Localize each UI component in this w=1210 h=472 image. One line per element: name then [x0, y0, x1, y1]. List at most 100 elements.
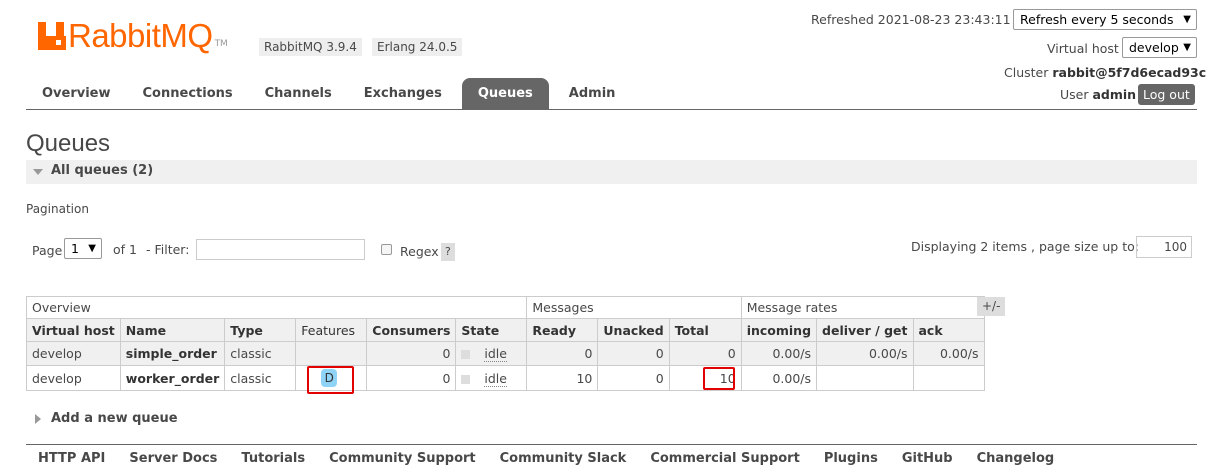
virtual-host-select[interactable]: develop ▼ [1122, 37, 1197, 58]
cell-ready: 0 [526, 341, 599, 366]
cell-state: idle [455, 341, 528, 366]
cluster-info: Cluster rabbit@5f7d6ecad93c [1004, 65, 1207, 80]
regex-checkbox[interactable] [381, 244, 392, 255]
cell-deliver-get [816, 365, 914, 391]
user-info: User admin [1060, 87, 1137, 102]
logout-button[interactable]: Log out [1138, 84, 1195, 105]
cell-vhost: develop [26, 341, 121, 366]
page-label: Page [32, 243, 63, 258]
trademark: TM [214, 39, 228, 49]
cell-state: idle [455, 365, 528, 391]
regex-label: Regex [400, 244, 439, 259]
column-toggle-button[interactable]: +/- [977, 297, 1006, 316]
footer-divider [26, 444, 1197, 445]
cell-vhost: develop [26, 365, 121, 391]
tab-exchanges[interactable]: Exchanges [348, 78, 458, 110]
add-queue-label: Add a new queue [51, 411, 178, 426]
tab-overview[interactable]: Overview [26, 78, 127, 110]
page-number-select[interactable]: 1 ▼ [64, 238, 102, 259]
column-header[interactable]: Unacked [597, 318, 670, 342]
main-nav-tabs: Overview Connections Channels Exchanges … [26, 78, 631, 110]
tab-connections[interactable]: Connections [127, 78, 249, 110]
footer-link-server-docs[interactable]: Server Docs [129, 451, 217, 466]
column-header[interactable]: Name [119, 318, 226, 342]
cell-features [295, 341, 368, 366]
queues-table: Overview Messages Message rates Virtual … [25, 296, 985, 391]
displaying-items-text: Displaying 2 items , page size up to: [911, 239, 1139, 254]
version-badge: RabbitMQ 3.9.4 [259, 38, 362, 56]
regex-help-button[interactable]: ? [441, 243, 455, 261]
footer-link-community-slack[interactable]: Community Slack [500, 451, 627, 466]
cell-ack: 0.00/s [912, 341, 985, 366]
cell-type: classic [224, 341, 297, 366]
rabbit-logo-icon [38, 22, 66, 50]
page-title: Queues [26, 130, 111, 157]
state-text: idle [484, 346, 507, 362]
cell-unacked: 0 [597, 341, 670, 366]
footer-links: HTTP API Server Docs Tutorials Community… [38, 451, 1078, 466]
refreshed-timestamp: Refreshed 2021-08-23 23:43:11 [811, 12, 1011, 27]
column-header[interactable]: Total [668, 318, 742, 342]
group-header-overview: Overview [25, 296, 528, 319]
state-indicator-icon [461, 374, 471, 384]
cell-total: 0 [668, 341, 742, 366]
column-header[interactable]: ack [912, 318, 985, 342]
footer-link-community-support[interactable]: Community Support [329, 451, 476, 466]
cell-consumers: 0 [366, 341, 457, 366]
queue-name-link[interactable]: worker_order [119, 365, 226, 391]
page-size-input[interactable]: 100 [1136, 236, 1192, 258]
expand-triangle-icon [35, 414, 41, 424]
filter-label: - Filter: [146, 242, 190, 257]
tab-queues[interactable]: Queues [461, 78, 549, 110]
table-row: develop worker_order classic D 0 idle 10… [26, 365, 985, 391]
cluster-name: rabbit@5f7d6ecad93c [1052, 65, 1207, 80]
column-header[interactable]: deliver / get [816, 318, 914, 342]
cell-type: classic [224, 365, 297, 391]
cell-incoming: 0.00/s [740, 341, 818, 366]
collapse-triangle-icon [33, 169, 43, 175]
footer-link-tutorials[interactable]: Tutorials [241, 451, 305, 466]
column-header[interactable]: Type [224, 318, 297, 342]
cell-ready: 10 [526, 365, 599, 391]
filter-input[interactable] [196, 239, 365, 260]
footer-link-http-api[interactable]: HTTP API [38, 451, 105, 466]
highlight-box-features [307, 366, 354, 394]
footer-link-changelog[interactable]: Changelog [977, 451, 1055, 466]
page-count: of 1 [113, 242, 137, 257]
logo-text: RabbitMQ [68, 17, 213, 54]
cell-ack [912, 365, 985, 391]
group-header-message-rates: Message rates [740, 296, 985, 319]
column-header[interactable]: incoming [740, 318, 818, 342]
column-header: Features [295, 318, 368, 342]
group-header-messages: Messages [526, 296, 742, 319]
highlight-box-total [703, 367, 735, 390]
footer-link-github[interactable]: GitHub [902, 451, 953, 466]
rabbitmq-logo[interactable]: RabbitMQ TM [38, 17, 228, 54]
virtual-host-label: Virtual host [1047, 41, 1119, 56]
tab-channels[interactable]: Channels [249, 78, 348, 110]
pagination-label: Pagination [26, 202, 89, 216]
section-title: All queues (2) [51, 163, 154, 178]
erlang-badge: Erlang 24.0.5 [372, 38, 463, 56]
all-queues-section-toggle[interactable]: All queues (2) [26, 160, 1197, 184]
user-name: admin [1092, 87, 1137, 102]
refresh-interval-select[interactable]: Refresh every 5 seconds ▼ [1013, 9, 1197, 30]
dropdown-arrow-icon: ▼ [1183, 14, 1191, 25]
column-header[interactable]: Virtual host [26, 318, 121, 342]
dropdown-arrow-icon: ▼ [1183, 42, 1191, 53]
cell-unacked: 0 [597, 365, 670, 391]
column-header[interactable]: Consumers [366, 318, 457, 342]
table-row: develop simple_order classic 0 idle 0 0 … [26, 341, 985, 366]
state-text: idle [484, 370, 507, 387]
state-indicator-icon [461, 350, 471, 359]
footer-link-commercial-support[interactable]: Commercial Support [650, 451, 800, 466]
cell-incoming: 0.00/s [740, 365, 818, 391]
footer-link-plugins[interactable]: Plugins [824, 451, 878, 466]
queue-name-link[interactable]: simple_order [119, 341, 226, 366]
cell-deliver-get: 0.00/s [816, 341, 914, 366]
tab-divider [26, 109, 1197, 110]
dropdown-arrow-icon: ▼ [88, 243, 96, 254]
column-header[interactable]: State [455, 318, 528, 342]
tab-admin[interactable]: Admin [553, 78, 632, 110]
column-header[interactable]: Ready [526, 318, 599, 342]
